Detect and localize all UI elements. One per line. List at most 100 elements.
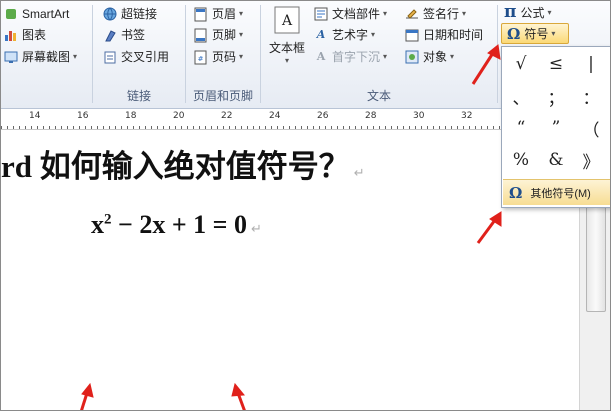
ruler-tick: [97, 126, 98, 129]
bookmark-button[interactable]: 书签: [102, 25, 145, 45]
globe-link-icon: [102, 6, 118, 22]
symbol-button[interactable]: Ω 符号 ▾: [501, 23, 569, 44]
signature-icon: [404, 6, 420, 22]
symbol-cell[interactable]: 、: [504, 81, 538, 111]
ruler-tick: [19, 126, 20, 129]
quick-parts-button[interactable]: 文档部件 ▾: [313, 4, 387, 24]
chevron-down-icon: ▾: [239, 30, 244, 39]
ruler-number: 14: [29, 111, 41, 121]
ruler-number: 18: [125, 111, 137, 121]
chevron-down-icon: ▾: [547, 7, 552, 17]
ruler-tick: [355, 126, 356, 129]
document-heading[interactable]: rd 如何输入绝对值符号？ ↵: [1, 141, 365, 186]
ruler-tick: [343, 126, 344, 129]
scrollbar-thumb[interactable]: [586, 200, 606, 312]
symbol-cell[interactable]: ；: [539, 81, 573, 111]
ruler-tick: [31, 126, 32, 129]
hyperlink-button[interactable]: 超链接: [102, 4, 157, 24]
chevron-down-icon: ▾: [450, 52, 455, 61]
cross-reference-label: 交叉引用: [121, 50, 170, 64]
more-symbols-label: 其他符号(M): [530, 187, 591, 200]
drop-cap-button[interactable]: A 首字下沉 ▾: [313, 47, 387, 67]
ruler-tick: [427, 126, 428, 129]
signature-line-label: 签名行: [423, 7, 460, 21]
bookmark-label: 书签: [121, 28, 146, 42]
symbol-label: 符号: [524, 27, 549, 41]
ruler-tick: [133, 126, 134, 129]
ruler-tick: [445, 126, 446, 129]
more-symbols-button[interactable]: Ω 其他符号(M): [503, 179, 610, 205]
chevron-down-icon: ▾: [371, 30, 376, 39]
equation-term-x: x: [91, 210, 104, 239]
ruler-tick: [91, 126, 92, 129]
signature-line-button[interactable]: 签名行 ▾: [404, 4, 466, 24]
object-label: 对象: [423, 50, 448, 64]
chevron-down-icon: ▾: [73, 52, 78, 61]
header-button[interactable]: 页眉 ▾: [193, 4, 243, 24]
date-time-button[interactable]: 日期和时间: [404, 25, 483, 45]
symbol-cell[interactable]: 》: [574, 145, 608, 175]
document-equation[interactable]: x2 − 2x + 1 = 0 ↵: [91, 210, 262, 240]
ruler-number: 26: [317, 111, 329, 121]
ruler-tick: [379, 126, 380, 129]
ruler-tick: [43, 126, 44, 129]
ruler-tick: [13, 126, 14, 129]
symbol-cell[interactable]: %: [504, 145, 538, 175]
symbol-cell[interactable]: （: [574, 113, 608, 143]
ruler-tick: [205, 126, 206, 129]
ruler-tick: [1, 126, 2, 129]
cross-reference-icon: [102, 49, 118, 65]
ruler-tick: [331, 126, 332, 129]
ruler-tick: [103, 126, 104, 129]
ruler-tick: [127, 126, 128, 129]
symbol-cell[interactable]: ：: [574, 81, 608, 111]
ruler-tick: [193, 126, 194, 129]
quick-parts-icon: [313, 6, 329, 22]
cross-reference-button[interactable]: 交叉引用: [102, 47, 169, 67]
ruler-tick: [403, 126, 404, 129]
header-label: 页眉: [212, 7, 237, 21]
screenshot-label: 屏幕截图: [22, 50, 71, 64]
chart-label: 图表: [22, 28, 47, 42]
wordart-button[interactable]: A 艺术字 ▾: [313, 25, 375, 45]
ruler-tick: [247, 126, 248, 129]
screenshot-button[interactable]: 屏幕截图 ▾: [3, 47, 77, 67]
ruler-tick: [349, 126, 350, 129]
header-icon: [193, 6, 209, 22]
ruler-tick: [475, 126, 476, 129]
ruler-tick: [241, 126, 242, 129]
ruler-tick: [151, 126, 152, 129]
ruler-tick: [469, 126, 470, 129]
symbol-cell[interactable]: ≤: [539, 49, 573, 79]
ruler-tick: [139, 126, 140, 129]
ruler-number: 16: [77, 111, 89, 121]
equation-button[interactable]: π 公式 ▾: [504, 2, 551, 22]
omega-icon: Ω: [509, 183, 523, 202]
symbol-cell[interactable]: &: [539, 145, 573, 175]
ruler-number: 22: [221, 111, 233, 121]
symbol-cell[interactable]: √: [504, 49, 538, 79]
ruler-tick: [271, 126, 272, 129]
ruler-tick: [307, 126, 308, 129]
smartart-label: SmartArt: [22, 7, 70, 21]
smartart-button[interactable]: SmartArt: [3, 4, 69, 24]
object-button[interactable]: 对象 ▾: [404, 47, 454, 67]
ruler-tick: [37, 126, 38, 129]
symbol-cell[interactable]: |: [574, 49, 608, 79]
chart-button[interactable]: 图表: [3, 25, 46, 45]
page-number-button[interactable]: # 页码 ▾: [193, 47, 243, 67]
footer-button[interactable]: 页脚 ▾: [193, 25, 243, 45]
ruler-number: 28: [365, 111, 377, 121]
ruler-number: 24: [269, 111, 281, 121]
symbol-cell[interactable]: ”: [539, 113, 573, 143]
ruler-tick: [487, 126, 488, 129]
ruler-tick: [235, 126, 236, 129]
calendar-icon: [404, 27, 420, 43]
ruler-tick: [295, 126, 296, 129]
quick-parts-label: 文档部件: [332, 7, 381, 21]
chevron-down-icon: ▾: [383, 9, 388, 18]
ruler-tick: [253, 126, 254, 129]
text-box-button[interactable]: A 文本框 ▾: [264, 5, 310, 65]
symbol-cell[interactable]: “: [504, 113, 538, 143]
window-frame: SmartArt 图表 屏幕截图 ▾ 超链接 书签 交叉引用 链接 页眉 ▾ 页…: [0, 0, 611, 411]
